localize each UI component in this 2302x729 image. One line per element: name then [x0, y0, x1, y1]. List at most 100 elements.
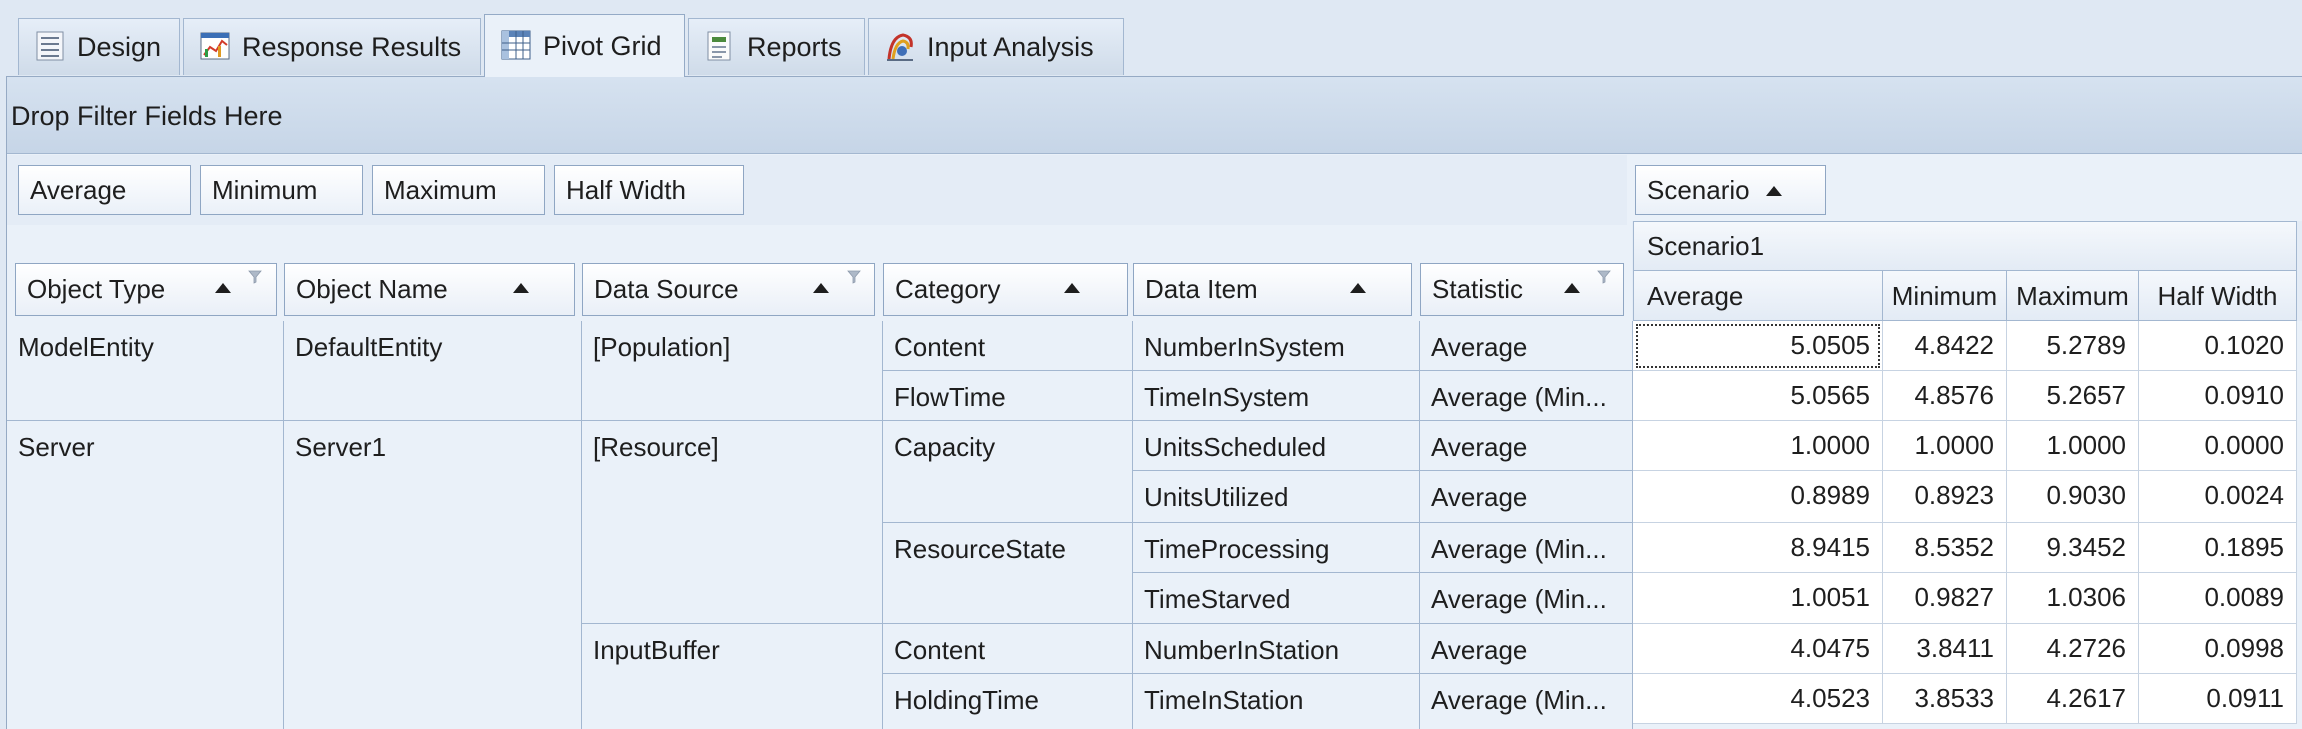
row-header-data-item[interactable]: UnitsScheduled: [1133, 421, 1420, 471]
row-header-statistic[interactable]: Average (Min...: [1420, 523, 1633, 573]
value-cell[interactable]: 0.9030: [2007, 471, 2139, 523]
row-header-data-item[interactable]: TimeStarved: [1133, 573, 1420, 624]
row-header-data-item[interactable]: NumberInSystem: [1133, 321, 1420, 371]
value-cell[interactable]: 1.0000: [1883, 421, 2007, 471]
row-field-data-item[interactable]: Data Item: [1133, 263, 1412, 316]
value-cell[interactable]: 0.0998: [2139, 624, 2297, 674]
row-header-statistic[interactable]: Average (Min...: [1420, 674, 1633, 729]
value-cell[interactable]: 1.0000: [1633, 421, 1883, 471]
row-header-category[interactable]: HoldingTime: [883, 674, 1133, 729]
row-field-object-name-label: Object Name: [296, 274, 448, 304]
filter-icon[interactable]: [847, 270, 861, 284]
row-field-data-item-label: Data Item: [1145, 274, 1258, 304]
tab-reports-label: Reports: [747, 32, 842, 62]
row-header-category[interactable]: FlowTime: [883, 371, 1133, 421]
value-cell[interactable]: 8.9415: [1633, 523, 1883, 573]
tab-response-results[interactable]: Response Results: [183, 18, 481, 75]
column-field-scenario[interactable]: Scenario: [1635, 165, 1826, 215]
row-field-object-type[interactable]: Object Type: [15, 263, 277, 316]
value-cell[interactable]: 4.0523: [1633, 674, 1883, 724]
value-cell[interactable]: 8.5352: [1883, 523, 2007, 573]
row-header-object-name[interactable]: Server1: [284, 421, 582, 729]
value-cell[interactable]: 3.8533: [1883, 674, 2007, 724]
row-header-data-source[interactable]: [Population]: [582, 321, 883, 421]
row-field-category[interactable]: Category: [883, 263, 1128, 316]
value-cell[interactable]: 0.9827: [1883, 573, 2007, 624]
column-header-maximum[interactable]: Maximum: [2006, 270, 2139, 321]
value-cell[interactable]: 0.0000: [2139, 421, 2297, 471]
data-field-maximum[interactable]: Maximum: [372, 165, 545, 215]
value-cell[interactable]: 0.1895: [2139, 523, 2297, 573]
value-cell[interactable]: 4.0475: [1633, 624, 1883, 674]
tab-design[interactable]: Design: [18, 18, 180, 75]
input-analysis-icon: [887, 33, 913, 61]
column-header-scenario1[interactable]: Scenario1: [1633, 221, 2297, 271]
filter-icon[interactable]: [248, 270, 262, 284]
value-cell[interactable]: 5.2789: [2007, 321, 2139, 371]
row-header-statistic[interactable]: Average (Min...: [1420, 573, 1633, 624]
row-header-data-item[interactable]: TimeInStation: [1133, 674, 1420, 729]
row-header-category[interactable]: Content: [883, 624, 1133, 674]
row-header-statistic[interactable]: Average: [1420, 471, 1633, 523]
value-cell[interactable]: 4.2617: [2007, 674, 2139, 724]
value-cell[interactable]: 0.8989: [1633, 471, 1883, 523]
value-cell[interactable]: 1.0000: [2007, 421, 2139, 471]
value-cell[interactable]: 5.2657: [2007, 371, 2139, 421]
row-header-object-name[interactable]: DefaultEntity: [284, 321, 582, 421]
value-cell[interactable]: 1.0306: [2007, 573, 2139, 624]
column-header-average[interactable]: Average: [1633, 270, 1883, 321]
value-cell[interactable]: 1.0051: [1633, 573, 1883, 624]
row-header-statistic[interactable]: Average: [1420, 421, 1633, 471]
design-icon: [36, 31, 64, 61]
row-header-statistic[interactable]: Average (Min...: [1420, 371, 1633, 421]
sort-ascending-icon: [1564, 283, 1580, 293]
column-header-half-width[interactable]: Half Width: [2138, 270, 2297, 321]
data-field-minimum[interactable]: Minimum: [200, 165, 363, 215]
tab-design-label: Design: [77, 32, 162, 62]
row-header-statistic[interactable]: Average: [1420, 321, 1633, 371]
column-header-minimum[interactable]: Minimum: [1882, 270, 2007, 321]
row-header-data-item[interactable]: TimeProcessing: [1133, 523, 1420, 573]
value-cell[interactable]: 0.0024: [2139, 471, 2297, 523]
row-field-statistic[interactable]: Statistic: [1420, 263, 1624, 316]
row-header-data-item[interactable]: UnitsUtilized: [1133, 471, 1420, 523]
value-cell[interactable]: 0.1020: [2139, 321, 2297, 371]
column-field-scenario-label: Scenario: [1647, 175, 1750, 205]
value-cell[interactable]: 9.3452: [2007, 523, 2139, 573]
filter-icon[interactable]: [1597, 270, 1611, 284]
value-cell[interactable]: 4.8422: [1883, 321, 2007, 371]
row-header-category[interactable]: Capacity: [883, 421, 1133, 523]
row-header-data-source[interactable]: [Resource]: [582, 421, 883, 624]
row-header-statistic[interactable]: Average: [1420, 624, 1633, 674]
value-cell[interactable]: 4.2726: [2007, 624, 2139, 674]
value-cell[interactable]: 0.8923: [1883, 471, 2007, 523]
data-field-half-width[interactable]: Half Width: [554, 165, 744, 215]
value-cell[interactable]: 0.0911: [2139, 674, 2297, 724]
value-cell[interactable]: 3.8411: [1883, 624, 2007, 674]
row-header-data-item[interactable]: TimeInSystem: [1133, 371, 1420, 421]
row-header-data-item[interactable]: NumberInStation: [1133, 624, 1420, 674]
row-field-statistic-label: Statistic: [1432, 274, 1524, 304]
sort-ascending-icon: [1766, 186, 1782, 196]
row-field-category-label: Category: [895, 274, 1001, 304]
value-cell[interactable]: 5.0565: [1633, 371, 1883, 421]
row-field-object-type-label: Object Type: [27, 274, 166, 304]
row-header-category[interactable]: Content: [883, 321, 1133, 371]
row-field-object-name[interactable]: Object Name: [284, 263, 575, 316]
row-header-category[interactable]: ResourceState: [883, 523, 1133, 624]
filter-drop-area[interactable]: [7, 77, 2302, 154]
tab-input-analysis[interactable]: Input Analysis: [868, 18, 1124, 75]
value-cell[interactable]: 0.0089: [2139, 573, 2297, 624]
value-cell[interactable]: 0.0910: [2139, 371, 2297, 421]
row-header-object-type[interactable]: ModelEntity: [7, 321, 284, 421]
tab-reports[interactable]: Reports: [688, 18, 865, 75]
row-header-object-type[interactable]: Server: [7, 421, 284, 729]
value-cell[interactable]: 5.0505: [1633, 321, 1883, 371]
row-field-data-source[interactable]: Data Source: [582, 263, 875, 316]
data-field-average[interactable]: Average: [18, 165, 191, 215]
row-header-data-source[interactable]: InputBuffer: [582, 624, 883, 729]
sort-ascending-icon: [215, 283, 231, 293]
tab-pivot-grid[interactable]: Pivot Grid: [484, 14, 685, 77]
sort-ascending-icon: [1064, 283, 1080, 293]
value-cell[interactable]: 4.8576: [1883, 371, 2007, 421]
